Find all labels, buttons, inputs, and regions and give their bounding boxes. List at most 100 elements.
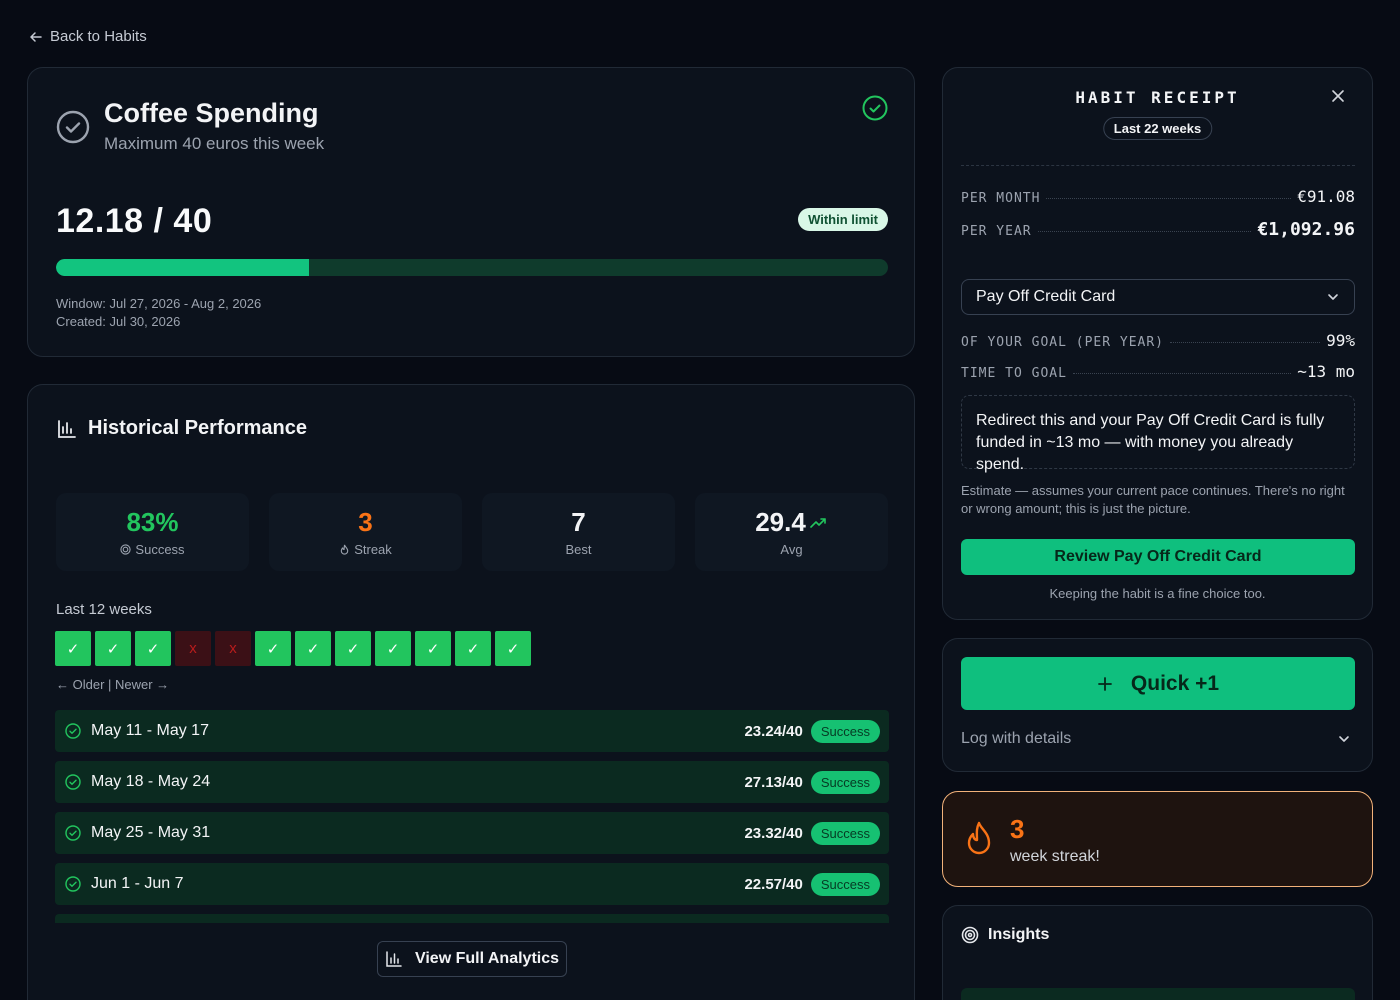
back-label: Back to Habits <box>50 28 147 45</box>
history-rows: May 11 - May 17 23.24/40 Success May 18 … <box>55 710 889 923</box>
dotted-leader <box>1170 342 1321 343</box>
estimate-note: Estimate — assumes your current pace con… <box>961 483 1345 516</box>
target-icon <box>961 926 979 944</box>
stat-label: Success <box>120 542 185 557</box>
insights-header: Insights <box>961 926 1049 944</box>
week-cell-success[interactable]: ✓ <box>135 631 171 666</box>
stats-row: 83% Success 3 Streak 7 Best 29.4 Avg <box>56 493 888 571</box>
quick-label: Quick +1 <box>1130 671 1220 695</box>
quick-log-card: Quick +1 Log with details <box>942 638 1373 772</box>
plus-icon <box>1098 676 1112 691</box>
success-label: Success <box>135 542 185 557</box>
time-to-goal-label: TIME TO GOAL <box>961 366 1067 381</box>
log-with-details-toggle[interactable]: Log with details <box>961 730 1355 748</box>
row-score: 22.57/40 <box>744 875 803 893</box>
target-icon <box>120 544 132 555</box>
log-details-label: Log with details <box>961 730 1072 747</box>
older-newer-legend: ← Older | Newer → <box>56 677 170 692</box>
close-icon[interactable] <box>1330 88 1346 104</box>
bar-chart-icon <box>58 419 76 438</box>
stat-label: Best <box>565 542 591 557</box>
stat-label: Avg <box>780 542 802 557</box>
per-month-label: PER MONTH <box>961 191 1041 206</box>
stat-value: 83% <box>126 507 178 538</box>
stat-best: 7 Best <box>482 493 675 571</box>
week-cell-success[interactable]: ✓ <box>495 631 531 666</box>
dotted-leader <box>1072 373 1292 374</box>
stat-value: 7 <box>571 507 585 538</box>
progress-bar-fill <box>56 259 310 276</box>
table-row[interactable]: Jun 1 - Jun 7 22.57/40 Success <box>55 863 889 905</box>
of-goal-value: 99% <box>1326 331 1355 350</box>
back-to-habits-link[interactable]: Back to Habits <box>28 28 147 45</box>
week-cell-success[interactable]: ✓ <box>415 631 451 666</box>
review-goal-button[interactable]: Review Pay Off Credit Card <box>961 539 1355 575</box>
created-text: Created: Jul 30, 2026 <box>56 314 181 329</box>
streak-label: Streak <box>354 542 392 557</box>
best-label: Best <box>565 542 592 557</box>
per-year-label: PER YEAR <box>961 224 1032 239</box>
table-row[interactable] <box>55 914 889 923</box>
flame-icon <box>967 821 991 855</box>
habit-card: Coffee Spending Maximum 40 euros this we… <box>27 67 915 357</box>
view-full-analytics-button[interactable]: View Full Analytics <box>377 941 567 977</box>
progress-bar <box>56 259 888 276</box>
stat-avg: 29.4 Avg <box>695 493 888 571</box>
insights-title: Insights <box>988 926 1050 943</box>
progress-value: 12.18 / 40 <box>56 202 213 240</box>
row-dates: May 11 - May 17 <box>91 722 209 739</box>
week-cell-success[interactable]: ✓ <box>295 631 331 666</box>
habit-receipt-card: HABIT RECEIPT Last 22 weeks PER MONTH €9… <box>942 67 1373 620</box>
insights-card: Insights <box>942 905 1373 1000</box>
per-year-line: PER YEAR €1,092.96 <box>961 219 1355 240</box>
historical-header: Historical Performance <box>56 417 307 440</box>
weeks-label: Last 12 weeks <box>56 601 152 618</box>
success-rate-value: 83% <box>126 507 179 537</box>
row-dates: May 18 - May 24 <box>91 773 211 790</box>
time-to-goal-value: ~13 mo <box>1297 362 1355 381</box>
streak-label: week streak! <box>1010 848 1100 865</box>
week-cell-success[interactable]: ✓ <box>455 631 491 666</box>
row-status-badge: Success <box>810 872 880 896</box>
analytics-label: View Full Analytics <box>414 950 560 967</box>
check-circle-icon <box>65 774 81 790</box>
check-circle-icon <box>65 723 81 739</box>
week-cell-fail[interactable]: x <box>215 631 251 666</box>
trending-up-icon <box>809 517 826 528</box>
time-to-goal-line: TIME TO GOAL ~13 mo <box>961 362 1355 381</box>
check-circle-icon[interactable] <box>56 110 90 144</box>
status-badge: Within limit <box>798 208 888 231</box>
completed-check-icon[interactable] <box>862 95 888 121</box>
dotted-leader <box>1037 231 1252 232</box>
row-dates: May 25 - May 31 <box>91 824 211 841</box>
chevron-down-icon <box>1339 736 1349 742</box>
goal-select[interactable]: Pay Off Credit Card <box>961 279 1355 315</box>
stat-value: 29.4 <box>755 507 828 538</box>
week-cell-success[interactable]: ✓ <box>335 631 371 666</box>
stat-value: 3 <box>358 507 372 538</box>
arrow-left-icon <box>30 31 42 42</box>
week-cell-fail[interactable]: x <box>175 631 211 666</box>
check-circle-icon <box>65 876 81 892</box>
avg-value: 29.4 <box>755 507 806 537</box>
week-cell-success[interactable]: ✓ <box>55 631 91 666</box>
chevron-down-icon <box>1328 294 1338 300</box>
week-cell-success[interactable]: ✓ <box>255 631 291 666</box>
table-row[interactable]: May 25 - May 31 23.32/40 Success <box>55 812 889 854</box>
redirect-message: Redirect this and your Pay Off Credit Ca… <box>961 395 1355 473</box>
row-status-badge: Success <box>810 770 880 794</box>
table-row[interactable]: May 11 - May 17 23.24/40 Success <box>55 710 889 752</box>
row-status-badge: Success <box>810 719 880 743</box>
table-row[interactable]: May 18 - May 24 27.13/40 Success <box>55 761 889 803</box>
of-goal-label: OF YOUR GOAL (PER YEAR) <box>961 335 1165 350</box>
stat-streak: 3 Streak <box>269 493 462 571</box>
quick-plus-one-button[interactable]: Quick +1 <box>961 657 1355 710</box>
avg-label: Avg <box>780 542 803 557</box>
habit-title: Coffee Spending <box>104 98 319 128</box>
week-cell-success[interactable]: ✓ <box>95 631 131 666</box>
stat-label: Streak <box>339 542 392 557</box>
stat-success: 83% Success <box>56 493 249 571</box>
row-status-badge: Success <box>810 821 880 845</box>
week-cell-success[interactable]: ✓ <box>375 631 411 666</box>
row-score: 23.32/40 <box>744 824 803 842</box>
